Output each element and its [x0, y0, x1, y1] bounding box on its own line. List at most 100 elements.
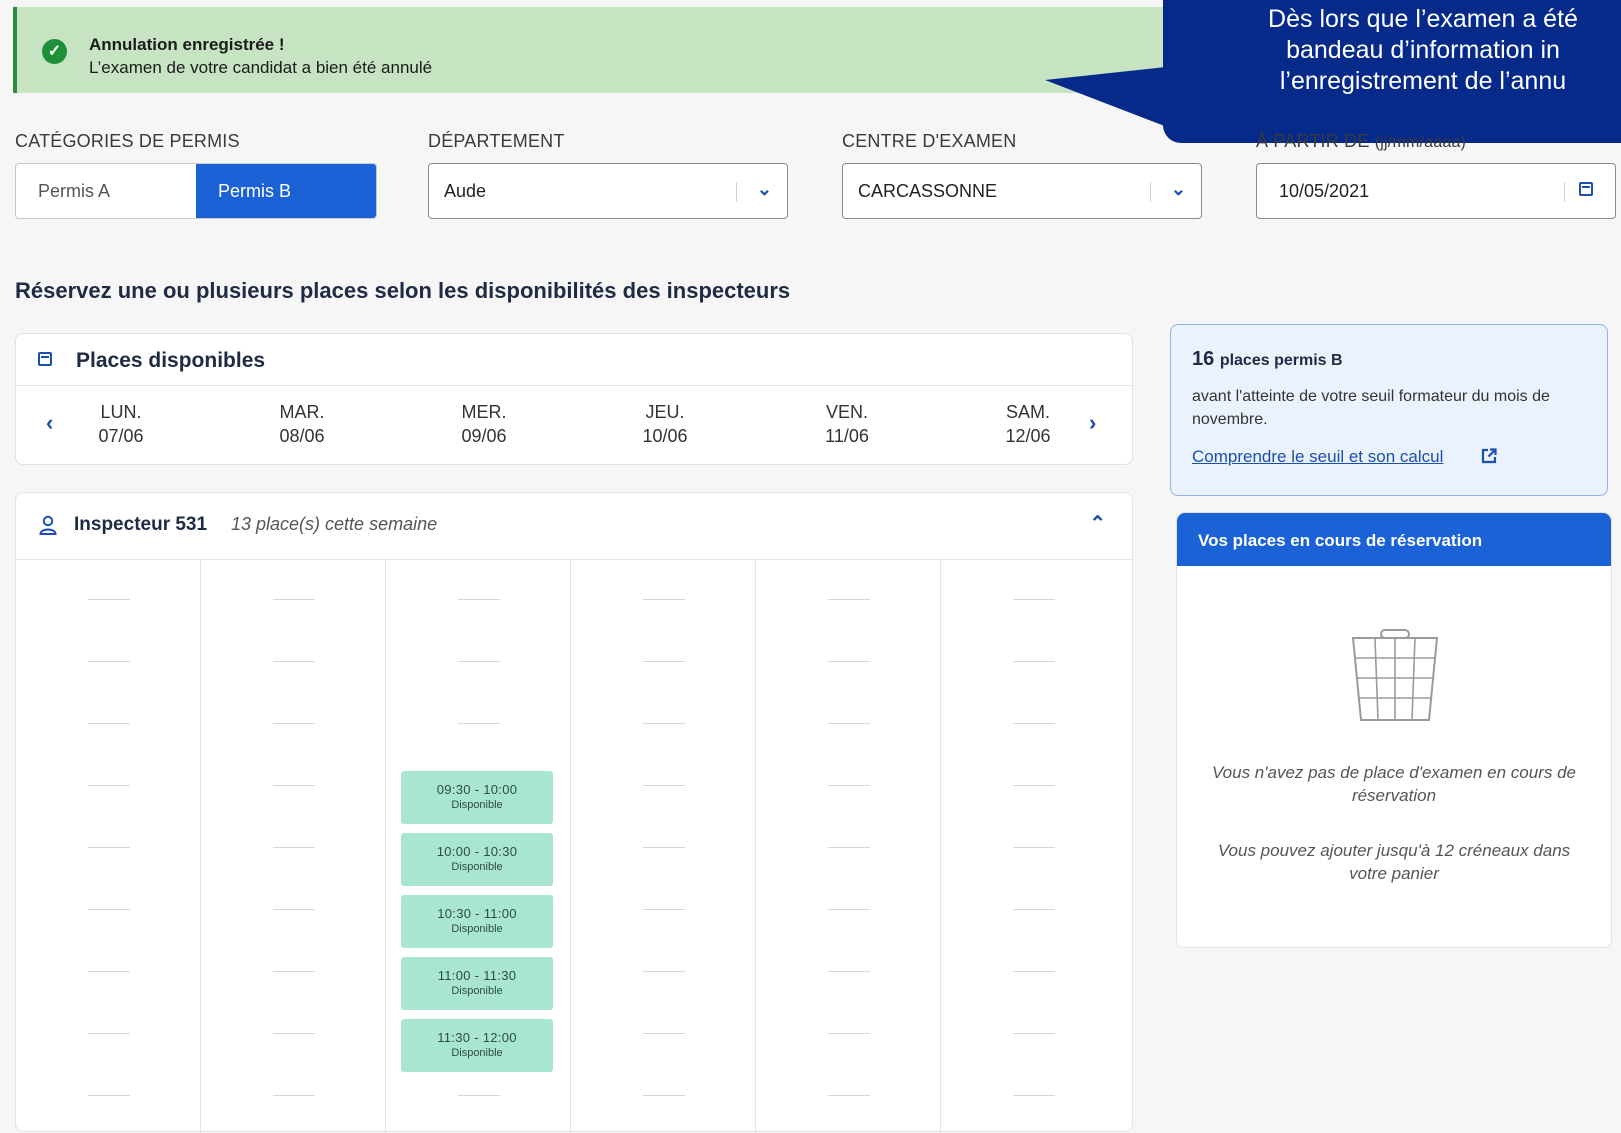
- threshold-count-line: 16 places permis B: [1192, 348, 1343, 371]
- available-slot[interactable]: 09:30 - 10:00 Disponible: [401, 771, 553, 824]
- week-title: Places disponibles: [76, 349, 266, 372]
- previous-week-button[interactable]: ‹: [46, 410, 53, 436]
- week-navigator: Places disponibles ‹ LUN. 07/06 MAR. 08/…: [15, 333, 1133, 465]
- empty-slot-placeholder: [273, 661, 315, 662]
- day-date: 09/06: [461, 426, 507, 446]
- empty-slot-placeholder: [643, 661, 685, 662]
- empty-slot-placeholder: [828, 1095, 870, 1096]
- inspector-name: Inspecteur 531: [74, 514, 208, 535]
- day-header[interactable]: MER. 09/06: [424, 400, 544, 448]
- empty-slot-placeholder: [273, 599, 315, 600]
- inspector-header[interactable]: Inspecteur 531 13 place(s) cette semaine…: [16, 493, 1132, 560]
- callout-line: Dès lors que l’examen a été: [1268, 5, 1578, 33]
- empty-slot-placeholder: [273, 847, 315, 848]
- empty-slot-placeholder: [273, 1033, 315, 1034]
- threshold-text: avant l'atteinte de votre seuil formateu…: [1192, 388, 1550, 428]
- empty-slot-placeholder: [828, 909, 870, 910]
- day-date: 11/06: [825, 426, 869, 446]
- day-column: [201, 559, 386, 1133]
- empty-slot-placeholder: [273, 971, 315, 972]
- slot-time: 11:30 - 12:00: [437, 1030, 517, 1045]
- cart-title: Vos places en cours de réservation: [1198, 531, 1483, 550]
- day-column: [16, 559, 201, 1133]
- callout-line: bandeau d’information in: [1286, 36, 1560, 64]
- day-date: 10/06: [642, 426, 688, 446]
- day-name: MAR.: [279, 402, 325, 422]
- empty-slot-placeholder: [273, 909, 315, 910]
- available-slot[interactable]: 11:30 - 12:00 Disponible: [401, 1019, 553, 1072]
- empty-slot-placeholder: [88, 661, 130, 662]
- annotation-callout: Dès lors que l’examen a été bandeau d’in…: [1163, 0, 1621, 143]
- day-date: 12/06: [1005, 426, 1051, 446]
- day-header[interactable]: LUN. 07/06: [61, 400, 181, 448]
- empty-slot-placeholder: [458, 661, 500, 662]
- empty-slot-placeholder: [458, 723, 500, 724]
- available-slot[interactable]: 11:00 - 11:30 Disponible: [401, 957, 553, 1010]
- empty-slot-placeholder: [643, 847, 685, 848]
- calendar-icon[interactable]: [1579, 182, 1593, 196]
- reservation-cart: Vos places en cours de réservation Vous …: [1176, 512, 1612, 948]
- departement-value: Aude: [444, 181, 487, 201]
- slot-time: 10:00 - 10:30: [436, 844, 518, 859]
- available-slot[interactable]: 10:00 - 10:30 Disponible: [401, 833, 553, 886]
- empty-slot-placeholder: [1013, 1095, 1055, 1096]
- callout-pointer: [1045, 66, 1175, 130]
- cart-capacity-hint: Vous pouvez ajouter jusqu'à 12 créneaux …: [1217, 841, 1571, 883]
- day-name: MER.: [461, 402, 507, 422]
- day-date: 08/06: [279, 426, 325, 446]
- empty-slot-placeholder: [643, 1095, 685, 1096]
- empty-slot-placeholder: [643, 599, 685, 600]
- slot-time: 10:30 - 11:00: [437, 906, 517, 921]
- empty-slot-placeholder: [273, 723, 315, 724]
- slot-status: Disponible: [451, 1047, 503, 1059]
- permis-b-option[interactable]: Permis B: [196, 164, 376, 218]
- empty-slot-placeholder: [643, 971, 685, 972]
- empty-slot-placeholder: [458, 1095, 500, 1096]
- day-header[interactable]: VEN. 11/06: [787, 400, 907, 448]
- date-input[interactable]: 10/05/2021: [1256, 163, 1616, 219]
- empty-slot-placeholder: [88, 599, 130, 600]
- empty-slot-placeholder: [1013, 971, 1055, 972]
- slot-status: Disponible: [451, 799, 503, 811]
- day-name: SAM.: [1005, 402, 1050, 422]
- cart-header: Vos places en cours de réservation: [1177, 513, 1611, 566]
- collapse-chevron-up-icon[interactable]: ⌃: [1089, 511, 1106, 536]
- empty-slot-placeholder: [1013, 1033, 1055, 1034]
- day-date: 07/06: [98, 426, 144, 446]
- day-header[interactable]: MAR. 08/06: [242, 400, 362, 448]
- empty-slot-placeholder: [643, 785, 685, 786]
- threshold-help-link[interactable]: Comprendre le seuil et son calcul: [1192, 447, 1443, 467]
- next-week-button[interactable]: ›: [1089, 410, 1096, 436]
- week-header: Places disponibles: [16, 334, 1132, 386]
- departement-select[interactable]: Aude ⌄: [428, 163, 788, 219]
- day-column: 09:30 - 10:00 Disponible 10:00 - 10:30 Disp…: [386, 559, 571, 1133]
- empty-slot-placeholder: [828, 971, 870, 972]
- page-heading: Réservez une ou plusieurs places selon l…: [15, 278, 791, 303]
- centre-value: CARCASSONNE: [858, 181, 998, 201]
- available-slot[interactable]: 10:30 - 11:00 Disponible: [401, 895, 553, 948]
- empty-slot-placeholder: [828, 847, 870, 848]
- day-header[interactable]: JEU. 10/06: [605, 400, 725, 448]
- empty-slot-placeholder: [88, 909, 130, 910]
- empty-slot-placeholder: [1013, 723, 1055, 724]
- inspector-slot-count: 13 place(s) cette semaine: [231, 514, 438, 534]
- day-column: [941, 559, 1134, 1133]
- select-divider: [1150, 182, 1151, 202]
- day-column: [571, 559, 756, 1133]
- empty-slot-placeholder: [273, 1095, 315, 1096]
- day-header[interactable]: SAM. 12/06: [968, 400, 1088, 448]
- select-divider: [736, 182, 737, 202]
- external-link-icon[interactable]: [1481, 448, 1497, 464]
- empty-slot-placeholder: [643, 723, 685, 724]
- empty-slot-placeholder: [643, 1033, 685, 1034]
- empty-slot-placeholder: [1013, 785, 1055, 786]
- person-icon: [39, 515, 57, 535]
- empty-slot-placeholder: [88, 723, 130, 724]
- date-value: 10/05/2021: [1279, 181, 1370, 201]
- callout-line: l’enregistrement de l’annu: [1279, 67, 1567, 95]
- permis-a-option[interactable]: Permis A: [16, 164, 196, 218]
- centre-select[interactable]: CARCASSONNE ⌄: [842, 163, 1202, 219]
- check-circle-icon: ✓: [42, 39, 67, 64]
- empty-slot-placeholder: [88, 1095, 130, 1096]
- empty-slot-placeholder: [1013, 847, 1055, 848]
